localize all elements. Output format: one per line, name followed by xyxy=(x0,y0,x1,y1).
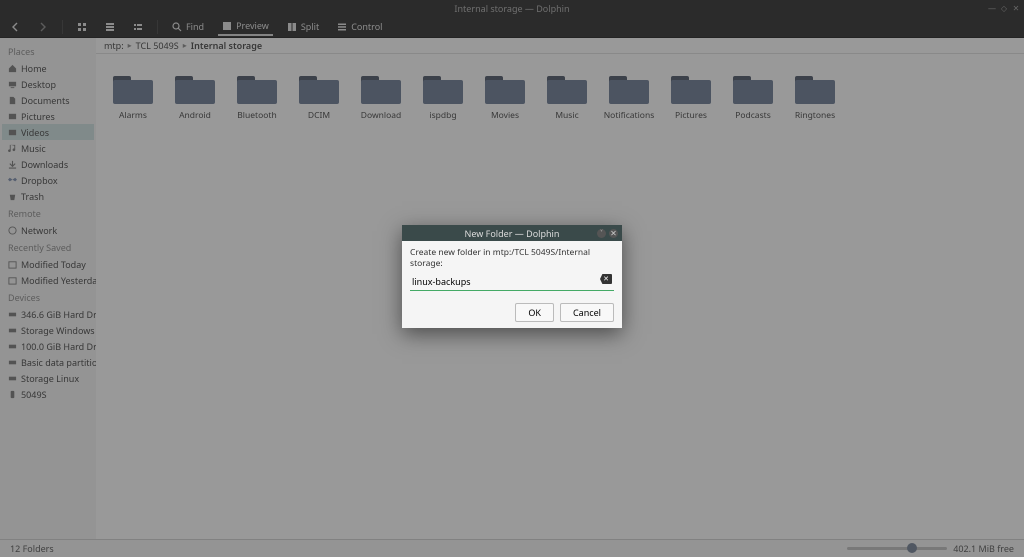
clear-input-icon[interactable]: ✕ xyxy=(600,274,612,284)
dialog-title: New Folder — Dolphin xyxy=(465,227,560,240)
dialog-close-icon[interactable]: ✕ xyxy=(609,229,618,238)
folder-name-input[interactable] xyxy=(410,273,614,290)
dialog-prompt: Create new folder in mtp:/TCL 5049S/Inte… xyxy=(410,247,614,269)
new-folder-dialog: New Folder — Dolphin ˅ ✕ Create new fold… xyxy=(402,225,622,328)
cancel-button[interactable]: Cancel xyxy=(560,303,614,322)
dialog-titlebar: New Folder — Dolphin ˅ ✕ xyxy=(402,225,622,241)
ok-button[interactable]: OK xyxy=(515,303,554,322)
dialog-input-wrap: ✕ xyxy=(410,273,614,291)
dialog-buttons: OK Cancel xyxy=(402,297,622,328)
app-window: Internal storage — Dolphin — ◇ ✕ Find Pr… xyxy=(0,0,1024,557)
dialog-help-icon[interactable]: ˅ xyxy=(597,229,606,238)
modal-overlay: New Folder — Dolphin ˅ ✕ Create new fold… xyxy=(0,0,1024,557)
dialog-controls: ˅ ✕ xyxy=(597,229,618,238)
dialog-body: Create new folder in mtp:/TCL 5049S/Inte… xyxy=(402,241,622,297)
